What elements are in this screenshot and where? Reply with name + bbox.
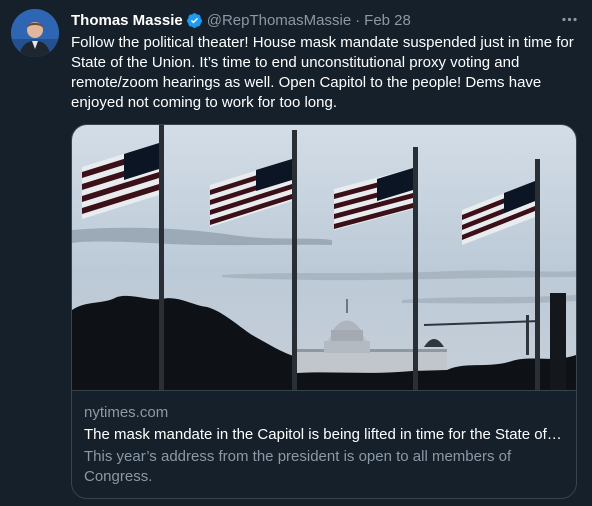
link-card-body: nytimes.com The mask mandate in the Capi…	[72, 390, 576, 498]
author-handle[interactable]: @RepThomasMassie	[207, 12, 351, 29]
link-card-description: This year’s address from the president i…	[84, 448, 512, 485]
us-capitol-flags-photo-icon	[72, 125, 576, 390]
author-display-name[interactable]: Thomas Massie	[71, 12, 183, 29]
link-preview-card[interactable]: nytimes.com The mask mandate in the Capi…	[71, 124, 577, 499]
more-horizontal-icon	[561, 17, 577, 21]
tweet-text: Follow the political theater! House mask…	[71, 34, 574, 111]
user-photo-avatar-icon	[11, 9, 59, 57]
link-card-domain: nytimes.com	[84, 404, 169, 421]
header-separator: ·	[355, 11, 361, 29]
tweet-header: Thomas Massie @RepThomasMassie · Feb 28	[71, 11, 411, 29]
author-avatar[interactable]	[11, 9, 59, 57]
link-card-title[interactable]: The mask mandate in the Capitol is being…	[84, 425, 564, 445]
more-options-button[interactable]	[556, 6, 582, 32]
verified-badge-icon	[186, 12, 203, 29]
tweet-date[interactable]: Feb 28	[364, 12, 411, 29]
